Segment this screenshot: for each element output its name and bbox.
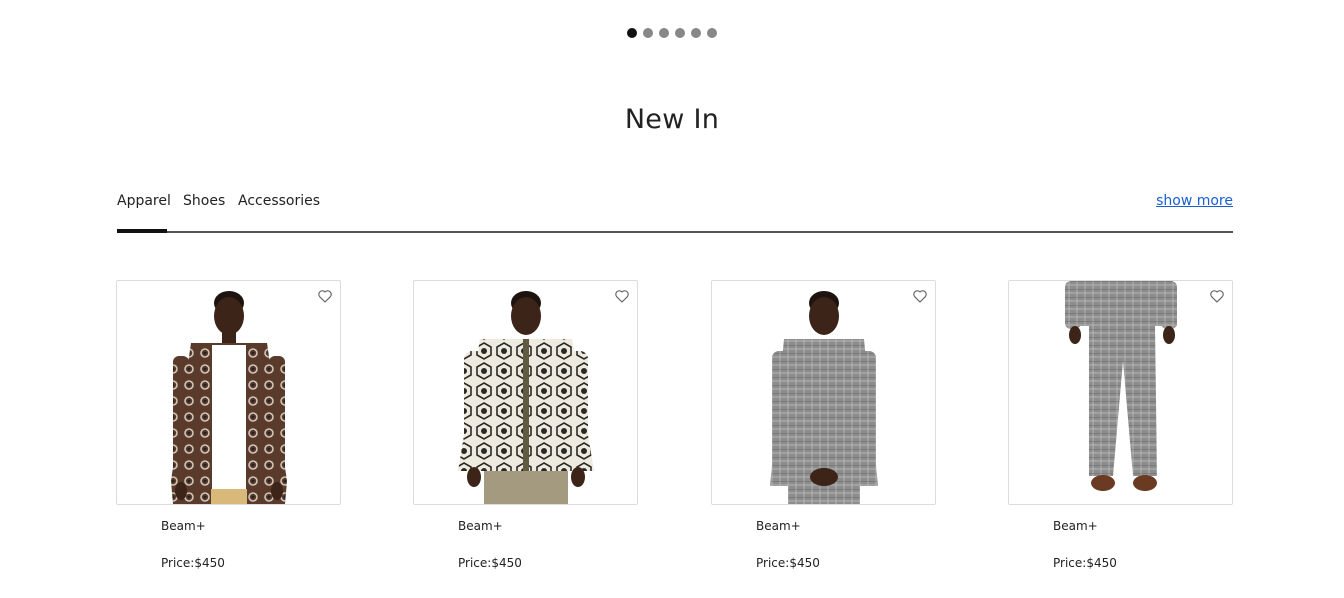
carousel-dot[interactable]	[643, 28, 653, 38]
carousel-dot[interactable]	[675, 28, 685, 38]
product-brand: Beam+	[458, 519, 503, 533]
carousel-dot[interactable]	[659, 28, 669, 38]
product-photo	[458, 291, 594, 504]
tab-apparel[interactable]: Apparel	[117, 193, 171, 209]
show-more-link[interactable]: show more	[1156, 193, 1233, 209]
carousel-dot[interactable]	[707, 28, 717, 38]
wishlist-heart-icon[interactable]	[317, 288, 333, 304]
product-photo	[171, 291, 287, 504]
price-value: $450	[789, 556, 820, 570]
product-card[interactable]: Beam+ Price:$450	[1008, 280, 1233, 570]
product-card[interactable]: Beam+ Price:$450	[711, 280, 936, 570]
carousel-dot[interactable]	[691, 28, 701, 38]
product-photo	[770, 291, 878, 504]
price-label: Price:	[1053, 556, 1087, 570]
tab-accessories[interactable]: Accessories	[238, 193, 320, 209]
price-value: $450	[194, 556, 225, 570]
price-label: Price:	[458, 556, 492, 570]
price-value: $450	[491, 556, 522, 570]
product-brand: Beam+	[161, 519, 206, 533]
carousel-dots	[0, 28, 1344, 38]
product-card[interactable]: Beam+ Price:$450	[116, 280, 341, 570]
product-price: Price:$450	[1053, 556, 1117, 570]
wishlist-heart-icon[interactable]	[1209, 288, 1225, 304]
product-image[interactable]	[711, 280, 936, 505]
wishlist-heart-icon[interactable]	[614, 288, 630, 304]
wishlist-heart-icon[interactable]	[912, 288, 928, 304]
price-label: Price:	[161, 556, 195, 570]
product-image[interactable]	[413, 280, 638, 505]
product-card[interactable]: Beam+ Price:$450	[413, 280, 638, 570]
tab-shoes[interactable]: Shoes	[183, 193, 225, 209]
price-value: $450	[1086, 556, 1117, 570]
product-photo	[1065, 281, 1177, 491]
price-label: Price:	[756, 556, 790, 570]
product-brand: Beam+	[1053, 519, 1098, 533]
product-price: Price:$450	[161, 556, 225, 570]
product-brand: Beam+	[756, 519, 801, 533]
carousel-dot[interactable]	[627, 28, 637, 38]
product-image[interactable]	[1008, 280, 1233, 505]
section-title: New In	[624, 104, 720, 135]
active-tab-indicator	[117, 229, 167, 233]
product-image[interactable]	[116, 280, 341, 505]
product-price: Price:$450	[458, 556, 522, 570]
product-price: Price:$450	[756, 556, 820, 570]
category-tabs: Apparel Shoes Accessories show more	[117, 193, 1233, 233]
